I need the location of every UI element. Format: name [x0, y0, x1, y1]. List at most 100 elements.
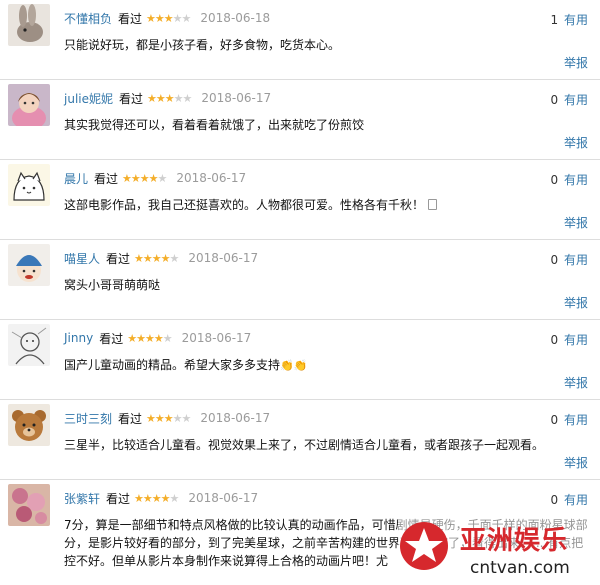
star-filled-icon: ★: [148, 171, 159, 185]
review-item: 三时三刻 看过 ★★★★★ 2018-06-17 0 有用 三星半，比较适合儿童…: [0, 400, 600, 480]
star-filled-icon: ★: [139, 171, 150, 185]
star-filled-icon: ★: [127, 331, 137, 345]
username-link[interactable]: Jinny: [64, 331, 93, 345]
report-link[interactable]: 举报: [564, 134, 588, 151]
star-empty-icon: ★: [172, 11, 183, 25]
review-meta: 张紫轩 看过 ★★★★★ 2018-06-17: [64, 490, 258, 506]
rating-stars: ★★★★★: [146, 411, 192, 425]
vote-count: 0 有用: [551, 91, 588, 108]
review-meta: 不懂相负 看过 ★★★★★ 2018-06-18: [64, 10, 270, 26]
flowers-avatar[interactable]: [8, 484, 50, 526]
sketch-avatar[interactable]: [8, 324, 50, 366]
watch-status: 看过: [99, 331, 124, 346]
username-link[interactable]: 喵星人: [64, 250, 100, 267]
star-filled-icon: ★: [163, 11, 174, 25]
star-empty-icon: ★: [157, 171, 168, 185]
star-empty-icon: ★: [173, 91, 184, 105]
star-filled-icon: ★: [160, 491, 171, 505]
star-empty-icon: ★: [169, 491, 180, 505]
review-item: 不懂相负 看过 ★★★★★ 2018-06-18 1 有用 只能说好玩，都是小孩…: [0, 0, 600, 80]
review-meta: julie妮妮 看过 ★★★★★ 2018-06-17: [64, 90, 271, 106]
review-meta: 喵星人 看过 ★★★★★ 2018-06-17: [64, 250, 258, 266]
useful-button[interactable]: 有用: [564, 173, 588, 187]
star-filled-icon: ★: [122, 171, 132, 185]
report-link[interactable]: 举报: [564, 54, 588, 71]
username-link[interactable]: 晨儿: [64, 170, 88, 187]
rating-stars: ★★★★★: [127, 331, 173, 345]
comment-text: 这部电影作品，我自己还挺喜欢的。人物都很可爱。性格各有千秋！: [64, 198, 425, 212]
review-item: 喵星人 看过 ★★★★★ 2018-06-17 0 有用 窝头小哥哥萌萌哒 举报: [0, 240, 600, 320]
rating-stars: ★★★★★: [134, 251, 180, 265]
star-filled-icon: ★: [154, 11, 165, 25]
review-date: 2018-06-17: [188, 491, 259, 505]
star-empty-icon: ★: [169, 251, 180, 265]
star-filled-icon: ★: [134, 251, 144, 265]
review-item: Jinny 看过 ★★★★★ 2018-06-17 0 有用 国产儿童动画的精品…: [0, 320, 600, 400]
star-filled-icon: ★: [151, 251, 162, 265]
star-filled-icon: ★: [144, 331, 155, 345]
hat-character-avatar[interactable]: [8, 244, 50, 286]
star-filled-icon: ★: [146, 411, 156, 425]
star-filled-icon: ★: [153, 331, 164, 345]
vote-count: 0 有用: [551, 331, 588, 348]
report-link[interactable]: 举报: [564, 294, 588, 311]
note-icon: [428, 199, 438, 210]
review-comment: 窝头小哥哥萌萌哒: [64, 278, 161, 292]
useful-button[interactable]: 有用: [564, 413, 588, 427]
star-filled-icon: ★: [155, 91, 166, 105]
star-filled-icon: ★: [142, 251, 153, 265]
useful-button[interactable]: 有用: [564, 493, 588, 507]
vote-number: 0: [550, 93, 559, 107]
username-link[interactable]: 三时三刻: [64, 410, 112, 427]
review-date: 2018-06-17: [188, 251, 259, 265]
vote-count: 0 有用: [551, 411, 588, 428]
review-date: 2018-06-17: [200, 411, 271, 425]
vote-count: 0 有用: [551, 251, 588, 268]
star-empty-icon: ★: [181, 11, 192, 25]
rating-stars: ★★★★★: [134, 491, 180, 505]
review-comment: 国产儿童动画的精品。希望大家多多支持👏👏: [64, 356, 588, 375]
star-filled-icon: ★: [160, 251, 171, 265]
star-filled-icon: ★: [151, 491, 162, 505]
teddy-bear-avatar[interactable]: [8, 404, 50, 446]
username-link[interactable]: 不懂相负: [64, 10, 112, 27]
review-comment: 其实我觉得还可以，看着看着就饿了，出来就吃了份煎饺: [64, 118, 365, 132]
useful-button[interactable]: 有用: [564, 93, 588, 107]
vote-count: 1 有用: [551, 11, 588, 28]
review-date: 2018-06-17: [176, 171, 247, 185]
watch-status: 看过: [106, 251, 131, 266]
rabbit-avatar[interactable]: [8, 4, 50, 46]
useful-button[interactable]: 有用: [564, 13, 588, 27]
watch-status: 看过: [118, 411, 143, 426]
report-link[interactable]: 举报: [564, 454, 588, 471]
vote-number: 0: [550, 493, 559, 507]
rating-stars: ★★★★★: [122, 171, 168, 185]
comment-text: 国产儿童动画的精品。希望大家多多支持: [64, 358, 281, 372]
review-comment: 这部电影作品，我自己还挺喜欢的。人物都很可爱。性格各有千秋！: [64, 196, 588, 214]
review-meta: Jinny 看过 ★★★★★ 2018-06-17: [64, 330, 251, 346]
star-filled-icon: ★: [163, 411, 174, 425]
vote-number: 0: [550, 413, 559, 427]
review-meta: 晨儿 看过 ★★★★★ 2018-06-17: [64, 170, 246, 186]
star-empty-icon: ★: [172, 411, 183, 425]
watermark-title: 亚洲娱乐: [460, 526, 569, 556]
girl-avatar[interactable]: [8, 84, 50, 126]
useful-button[interactable]: 有用: [564, 333, 588, 347]
useful-button[interactable]: 有用: [564, 253, 588, 267]
watch-status: 看过: [119, 91, 144, 106]
username-link[interactable]: 张紫轩: [64, 490, 100, 507]
report-link[interactable]: 举报: [564, 374, 588, 391]
review-item: julie妮妮 看过 ★★★★★ 2018-06-17 0 有用 其实我觉得还可…: [0, 80, 600, 160]
review-item: 晨儿 看过 ★★★★★ 2018-06-17 0 有用 这部电影作品，我自己还挺…: [0, 160, 600, 240]
clap-emoji-icon: 👏👏: [280, 359, 308, 372]
star-filled-icon: ★: [134, 491, 144, 505]
vote-number: 0: [550, 173, 559, 187]
star-filled-icon: ★: [142, 491, 153, 505]
star-empty-icon: ★: [162, 331, 173, 345]
username-link[interactable]: julie妮妮: [64, 90, 113, 107]
watch-status: 看过: [106, 491, 131, 506]
cartoon-cat-avatar[interactable]: [8, 164, 50, 206]
report-link[interactable]: 举报: [564, 214, 588, 231]
vote-count: 0 有用: [551, 171, 588, 188]
star-empty-icon: ★: [181, 411, 192, 425]
